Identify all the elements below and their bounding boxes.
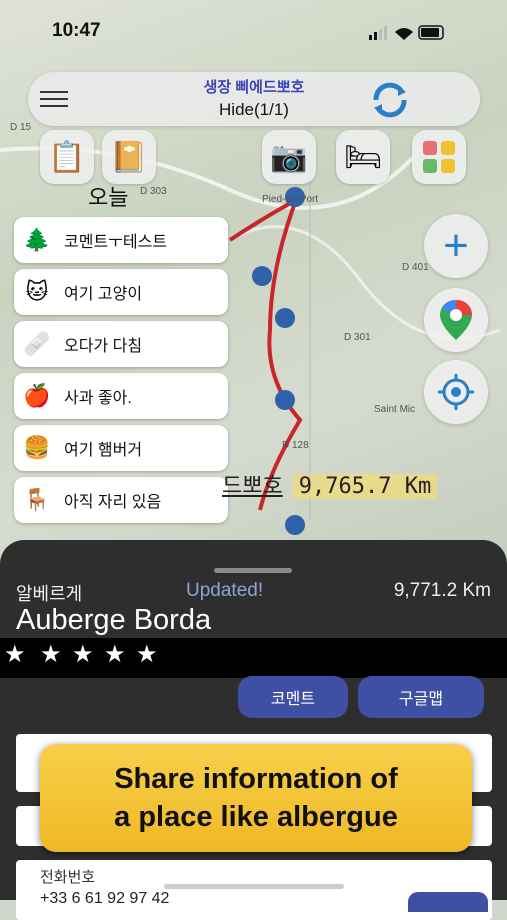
updated-label: Updated! — [186, 580, 264, 601]
status-bar: 10:47 — [0, 18, 507, 48]
header-title: Hide(1/1) — [219, 100, 289, 119]
category-item[interactable]: 🍎 사과 좋아. — [14, 373, 228, 419]
map-place-label: D 15 — [10, 122, 32, 133]
home-indicator[interactable] — [164, 884, 344, 889]
star-icon[interactable]: ★ — [72, 640, 94, 669]
phone-value: +33 6 61 92 97 42 — [40, 890, 170, 907]
comment-button[interactable]: 코멘트 — [238, 676, 348, 718]
place-korean-name: 알베르게 — [16, 584, 83, 604]
star-icon[interactable]: ★ — [136, 640, 158, 669]
marker-name: 드뽀호 — [222, 474, 283, 499]
category-label: 아직 자리 있음 — [64, 494, 162, 511]
camera-icon[interactable]: 📷 — [262, 130, 316, 184]
star-icon[interactable]: ★ — [4, 640, 26, 669]
crosshair-icon — [438, 374, 474, 410]
bench-icon: 🪑 — [23, 487, 51, 512]
map-place-label: D 128 — [282, 440, 309, 451]
place-detail-sheet[interactable]: 알베르게 Updated! 9,771.2 Km Auberge Borda ★… — [0, 540, 507, 920]
signal-wifi-battery-icon — [369, 24, 447, 47]
marker-distance: 9,765.7 Km — [292, 474, 438, 499]
category-item[interactable]: 🪑 아직 자리 있음 — [14, 477, 228, 523]
memo-icon[interactable]: 📋 — [40, 130, 94, 184]
category-item[interactable]: 🐱 여기 고양이 — [14, 269, 228, 315]
promo-banner: Share information of a place like alberg… — [40, 744, 472, 852]
category-label: 오다가 다침 — [64, 338, 143, 355]
status-time: 10:47 — [52, 20, 101, 41]
promo-line-1: Share information of — [114, 763, 398, 795]
google-map-button[interactable]: 구글맵 — [358, 676, 484, 718]
map-place-label: D 303 — [140, 186, 167, 197]
diary-icon[interactable]: 📔 — [102, 130, 156, 184]
category-label: 사과 좋아. — [64, 390, 132, 407]
rating-stars[interactable]: ★ ★ ★ ★ ★ — [0, 638, 507, 678]
map-marker-label: 드뽀호 9,765.7 Km — [222, 468, 438, 500]
category-item[interactable]: 🍔 여기 햄버거 — [14, 425, 228, 471]
today-label: 오늘 — [88, 185, 129, 210]
star-icon[interactable]: ★ — [40, 640, 62, 669]
locate-button[interactable] — [424, 360, 488, 424]
map-place-label: Saint Mic — [374, 404, 416, 415]
map-place-label: D 401 — [402, 262, 429, 273]
people-icon: 🌲 — [23, 227, 51, 252]
google-maps-button[interactable] — [424, 288, 488, 352]
place-name: Auberge Borda — [16, 604, 212, 636]
place-distance: 9,771.2 Km — [393, 580, 491, 601]
phone-label: 전화번호 — [40, 869, 96, 886]
category-item[interactable]: 🌲 코멘트ㅜ테스트 — [14, 217, 228, 263]
category-item[interactable]: 🩹 오다가 다침 — [14, 321, 228, 367]
sync-icon[interactable] — [368, 78, 412, 122]
burger-icon: 🍔 — [23, 435, 51, 460]
category-label: 여기 햄버거 — [64, 442, 143, 459]
category-label: 여기 고양이 — [64, 286, 143, 303]
bandage-icon: 🩹 — [23, 331, 51, 356]
promo-line-2: a place like albergue — [114, 801, 398, 833]
header-bar: 생장 삐에드뽀호 Hide(1/1) — [28, 72, 480, 126]
header-subtitle: 생장 삐에드뽀호 — [203, 79, 305, 96]
map-place-label: D 301 — [344, 332, 371, 343]
call-button[interactable] — [408, 892, 488, 912]
add-button[interactable]: + — [424, 214, 488, 278]
plus-icon: + — [443, 221, 469, 270]
sheet-drag-handle[interactable] — [214, 568, 292, 573]
cat-icon: 🐱 — [25, 279, 49, 304]
star-icon[interactable]: ★ — [104, 640, 126, 669]
category-label: 코멘트ㅜ테스트 — [64, 234, 168, 251]
apple-icon: 🍎 — [23, 383, 51, 408]
sleep-bed-icon[interactable]: 🛏 — [336, 130, 390, 184]
map-pin-icon — [440, 300, 472, 340]
map-place-label: Pied-de-Port — [262, 194, 319, 205]
grid-apps-icon[interactable] — [412, 130, 466, 184]
